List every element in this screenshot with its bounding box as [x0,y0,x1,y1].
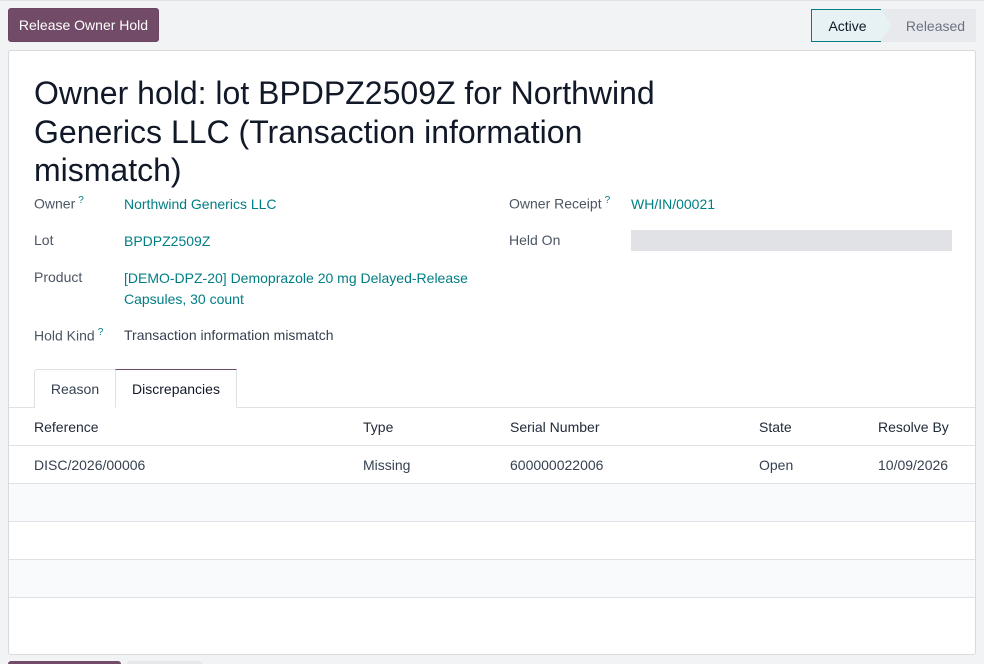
hold-kind-help-icon[interactable]: ? [98,327,104,338]
product-label: Product [34,269,83,285]
table-header: Reference Type Serial Number State Resol… [9,408,975,446]
owner-receipt-link[interactable]: WH/IN/00021 [631,194,715,215]
column-header-resolve-by[interactable]: Resolve By [878,419,949,435]
owner-receipt-label: Owner Receipt? [509,195,610,212]
lot-label: Lot [34,232,54,248]
stage-released[interactable]: Released [881,9,976,42]
product-link[interactable]: [DEMO-DPZ-20] Demoprazole 20 mg Delayed-… [124,268,468,310]
tab-discrepancies[interactable]: Discrepancies [115,369,237,408]
cell-reference: DISC/2026/00006 [34,457,146,473]
stage-active[interactable]: Active [811,9,893,42]
empty-row [9,484,975,522]
column-header-serial-number[interactable]: Serial Number [510,419,599,435]
owner-label-text: Owner [34,195,76,212]
lot-link[interactable]: BPDPZ2509Z [124,231,210,252]
column-header-type[interactable]: Type [363,419,393,435]
product-line-2: Capsules, 30 count [124,291,244,307]
owner-label: Owner? [34,195,84,212]
owner-link[interactable]: Northwind Generics LLC [124,194,277,215]
product-line-1: [DEMO-DPZ-20] Demoprazole 20 mg Delayed-… [124,270,468,286]
owner-help-icon[interactable]: ? [78,195,84,206]
cell-serial-number: 600000022006 [510,457,604,473]
cell-type: Missing [363,457,411,473]
owner-receipt-help-icon[interactable]: ? [605,195,611,206]
cell-state: Open [759,457,794,473]
hold-kind-label-text: Hold Kind [34,327,95,344]
column-header-reference[interactable]: Reference [34,419,99,435]
status-bar: Active Released [811,9,976,42]
column-header-state[interactable]: State [759,419,792,435]
cell-resolve-by: 10/09/2026 [878,457,949,473]
table-row[interactable]: DISC/2026/00006 Missing 600000022006 Ope… [9,446,975,484]
owner-receipt-label-text: Owner Receipt [509,195,602,212]
held-on-label: Held On [509,232,561,248]
top-divider [0,0,984,1]
record-title: Owner hold: lot BPDPZ2509Z for Northwind… [34,75,655,188]
release-owner-hold-button[interactable]: Release Owner Hold [8,8,159,42]
empty-row [9,522,975,560]
held-on-field[interactable] [631,230,952,251]
hold-kind-value: Transaction information mismatch [124,327,334,343]
hold-kind-label: Hold Kind? [34,327,103,344]
tab-reason[interactable]: Reason [34,369,115,408]
form-sheet: Owner hold: lot BPDPZ2509Z for Northwind… [8,50,976,655]
empty-row [9,560,975,598]
